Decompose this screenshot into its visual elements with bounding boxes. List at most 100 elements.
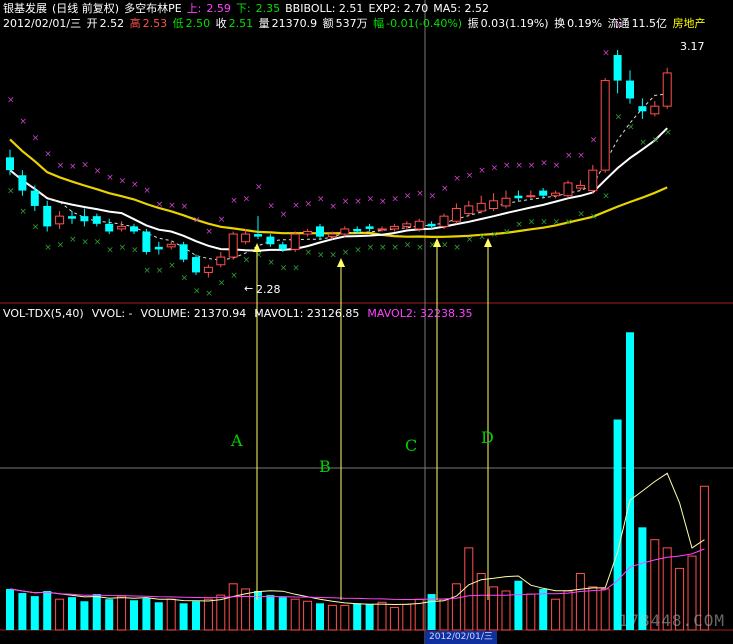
amount-value: 537万 [335,17,368,30]
candle-down [353,228,362,232]
sar-upper-marker: × [565,151,573,161]
quote-date: 2012/02/01/三 [3,17,82,30]
sar-upper-marker: × [267,201,275,211]
candle-down [514,195,523,199]
sar-upper-marker: × [81,160,89,170]
volume-bar-down [316,603,324,630]
candle-up [203,266,213,273]
crosshair-date-box: 2012/02/01/三 [425,631,497,644]
candle-up [600,80,610,171]
sar-upper-marker: × [429,192,437,202]
sar-lower-marker: × [44,243,52,253]
candle-down [154,246,163,250]
candle-up [55,215,65,225]
sar-lower-marker: × [81,238,89,248]
sar-lower-marker: × [143,266,151,276]
volume-bar-up [551,598,561,631]
sar-lower-marker: × [255,251,263,261]
sar-lower-marker: × [342,248,350,258]
annotation-c: C [405,436,418,455]
sar-lower-marker: × [515,220,523,230]
sar-upper-marker: × [491,164,499,174]
candle-down [427,223,436,227]
sar-lower-marker: × [7,187,15,197]
sar-lower-marker: × [119,243,127,253]
sar-upper-marker: × [317,194,325,204]
sar-upper-marker: × [466,171,474,181]
volume-bar-up [489,586,499,631]
candle-up [439,215,449,227]
sar-lower-marker: × [19,207,27,217]
candle-up [563,182,573,197]
turnover-label: 换 [554,17,566,30]
sar-upper-marker: × [19,117,27,127]
candle-down [626,80,634,99]
sar-lower-marker: × [32,222,40,232]
watermark: 178448.COM [618,611,725,630]
stock-chart-window[interactable]: × × × × × × × × × × × × × × × × × × × × × × × × × × × × × × × × × × × × × × × ×… [0,0,733,644]
sar-upper-marker: × [193,216,201,226]
sar-upper-marker: × [168,201,176,211]
candle-up [327,233,337,238]
volume-bar-up [340,604,350,631]
volume-bar-down [30,596,39,630]
candle-up [303,231,313,235]
volume-bar-up [228,583,238,631]
sar-upper-marker: × [119,176,127,186]
float-label: 流通 [607,17,630,30]
sar-upper-marker: × [329,202,337,212]
candle-up [489,200,499,209]
candle-up [377,228,387,231]
candle-down [30,190,39,206]
volume-bar-up [303,600,313,631]
volume-bar-down [192,601,200,630]
volume-bar-down [365,604,374,630]
mavol2-reading: MAVOL2: 32238.35 [367,307,473,320]
sar-upper-marker: × [367,194,375,204]
sar-upper-marker: × [590,135,598,145]
change-label: 幅 [373,17,385,30]
candle-up [551,192,561,197]
volume-label: 量 [258,17,270,30]
candle-up [526,195,536,198]
candle-down [142,231,151,252]
candle-up [117,225,127,230]
candle-down [539,190,548,196]
low-price-mark-arrow: ← [244,282,254,295]
volume-bar-up [451,583,461,631]
sar-upper-marker: × [379,197,387,207]
low-label: 低 [172,17,184,30]
sar-upper-marker: × [602,48,610,58]
high-label: 高 [129,17,141,30]
sar-upper-marker: × [44,150,52,160]
sar-upper-marker: × [292,201,300,211]
volume-bar-up [290,598,300,631]
sar-upper-marker: × [143,186,151,196]
volume-bar-down [43,590,52,630]
annotation-a: A [231,431,243,450]
sar-upper-marker: × [243,194,251,204]
volume-bar-up [327,604,337,631]
volume-bar-down [266,595,275,630]
sar-upper-marker: × [106,173,114,183]
sar-upper-marker: × [255,182,263,192]
sar-upper-marker: × [528,161,536,171]
sar-upper-marker: × [280,210,288,220]
candle-up [650,105,660,115]
candle-up [389,225,399,230]
sar-lower-marker: × [156,266,164,276]
candle-up [290,233,300,250]
candle-up [402,223,412,227]
sar-lower-marker: × [652,135,660,145]
sar-lower-marker: × [503,228,511,238]
sar-lower-marker: × [106,245,114,255]
chart-canvas[interactable]: × × × × × × × × × × × × × × × × × × × × × × × × × × × × × × × × × × × × × × × ×… [0,0,733,644]
volume-bar-up [389,606,399,631]
volume-bar-down [6,588,14,630]
volume-bar-down [142,598,151,630]
indicator-name: 多空布林PE [124,2,182,15]
sar-lower-marker: × [528,217,536,227]
sar-upper-marker: × [342,197,350,207]
volume-bar-down [626,332,634,630]
sar-lower-marker: × [540,217,548,227]
